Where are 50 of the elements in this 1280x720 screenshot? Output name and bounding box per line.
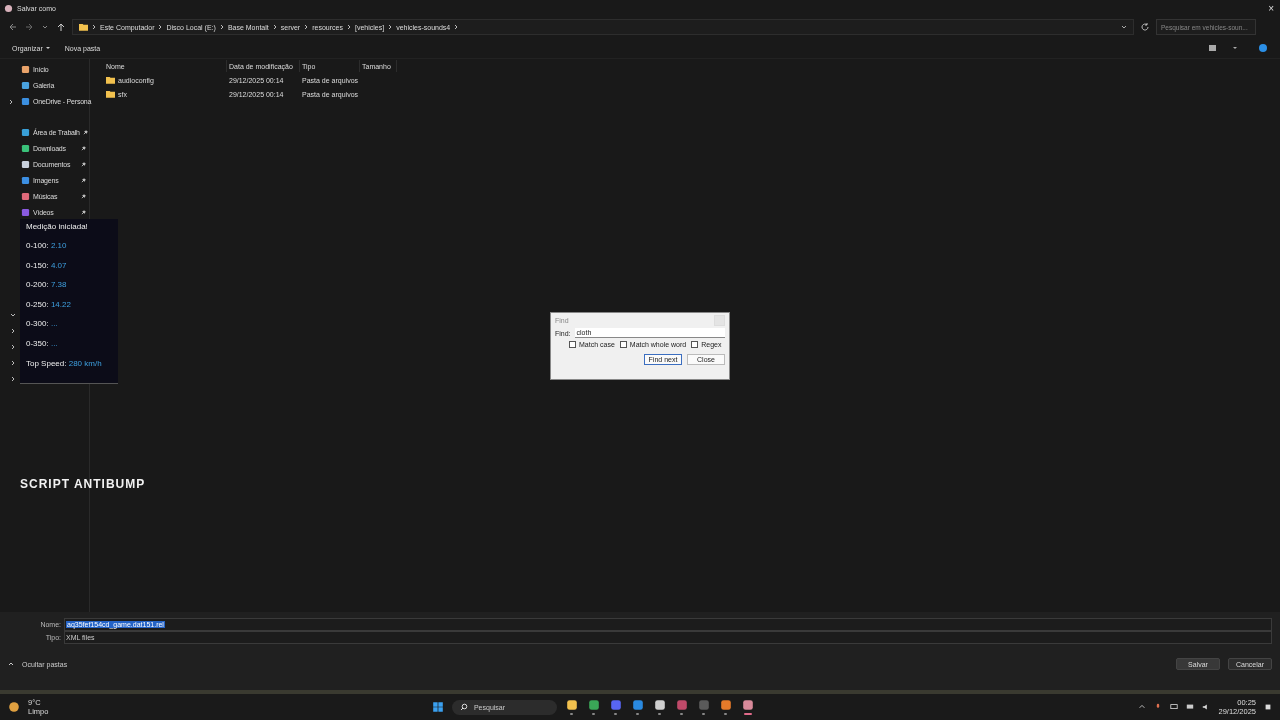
chevron-icon xyxy=(345,24,352,30)
expand-chevron-icon[interactable] xyxy=(10,376,16,382)
speed-reading: 0-100: 2.10 xyxy=(26,241,68,252)
pin-icon xyxy=(81,178,86,183)
speed-reading: 0-250: 14.22 xyxy=(26,299,72,311)
checkbox[interactable] xyxy=(691,341,699,348)
dropdown-icon[interactable] xyxy=(1121,24,1127,30)
search-icon xyxy=(459,703,468,711)
app-icon xyxy=(4,3,13,13)
folder-icon xyxy=(79,23,88,31)
speed-reading: 0-300: ... xyxy=(26,319,59,331)
caret-icon[interactable] xyxy=(8,661,14,667)
chevron-icon xyxy=(8,98,14,105)
display-icon[interactable] xyxy=(1170,703,1179,711)
pin-icon xyxy=(81,194,86,199)
caret-icon[interactable] xyxy=(44,45,51,51)
speed-reading: 0-200: 7.38 xyxy=(26,280,68,292)
caption: SCRIPT ANTIBUMP xyxy=(20,477,146,491)
forward-icon[interactable] xyxy=(24,22,34,32)
back-icon[interactable] xyxy=(8,22,18,32)
collapse-chevron-icon[interactable] xyxy=(10,312,16,318)
view-icon[interactable] xyxy=(1208,43,1218,53)
checkbox[interactable] xyxy=(569,341,576,348)
speed-reading: Top Speed: 280 km/h xyxy=(26,358,103,370)
close-button[interactable]: × xyxy=(1268,2,1274,14)
chevron-icon xyxy=(453,24,460,30)
refresh-icon[interactable] xyxy=(1140,22,1150,32)
chevron-icon xyxy=(218,24,225,30)
start-icon[interactable] xyxy=(431,701,444,713)
pin-icon xyxy=(81,162,86,167)
pin-icon xyxy=(82,130,88,135)
speed-reading: 0-150: 4.07 xyxy=(26,260,68,272)
chevron-icon xyxy=(271,24,278,30)
tray-icon[interactable] xyxy=(1138,703,1147,711)
expand-chevron-icon[interactable] xyxy=(10,344,16,350)
pin-icon xyxy=(81,146,86,151)
checkbox[interactable] xyxy=(619,341,627,348)
expand-chevron-icon[interactable] xyxy=(10,360,16,366)
chevron-icon xyxy=(157,24,164,30)
panel-title: Medição iniciada! xyxy=(26,222,89,233)
caret-icon[interactable] xyxy=(1232,45,1238,51)
expand-chevron-icon[interactable] xyxy=(10,328,16,334)
chevron-icon xyxy=(303,24,310,30)
weather-icon xyxy=(8,701,20,713)
chevron-icon xyxy=(91,24,97,30)
help-icon[interactable] xyxy=(1258,43,1268,53)
pin-icon xyxy=(81,210,86,215)
chevron-icon xyxy=(387,24,394,30)
speed-reading: 0-350: ... xyxy=(26,338,59,350)
up-icon[interactable] xyxy=(56,22,66,32)
